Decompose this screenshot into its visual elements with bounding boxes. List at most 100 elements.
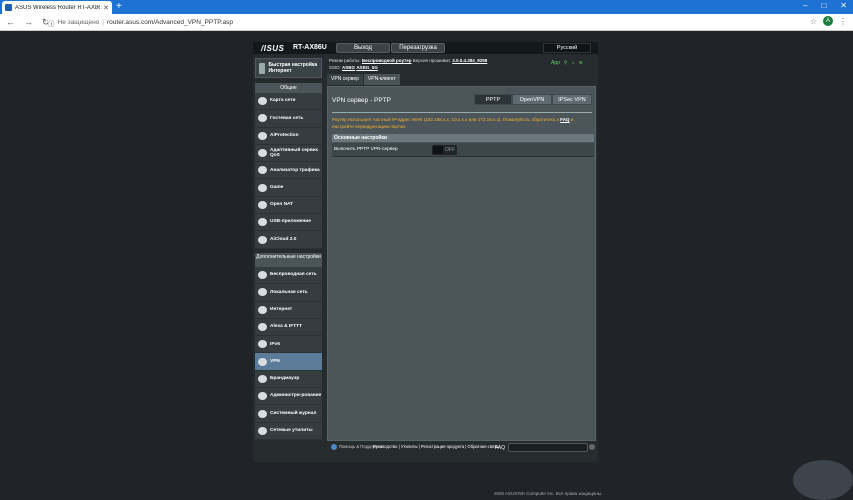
usb-status-icon[interactable]: ⚲ [564, 60, 568, 66]
gamepad-icon [258, 183, 267, 192]
menu-item-guest-network[interactable]: Гостевая сеть [255, 110, 322, 128]
menu-item-network-map[interactable]: Карта сети [255, 93, 322, 111]
asus-favicon-icon [5, 4, 12, 11]
faq-link[interactable]: FAQ [560, 117, 569, 122]
shield-icon [258, 131, 267, 140]
ssid-label: SSID: [329, 65, 341, 70]
avatar[interactable]: A [823, 16, 833, 26]
wireless-icon [258, 271, 267, 280]
browser-toolbar: ← → ↻ ⓘ Не защищено | router.asus.com/Ad… [0, 14, 853, 31]
menu-item-administration[interactable]: Администри-рование [255, 388, 322, 406]
router-panel: /ISUS RT-AX86U Выход Перезагрузка Русски… [253, 42, 598, 462]
close-tab-icon[interactable]: ✕ [103, 4, 109, 12]
globe-icon [258, 305, 267, 314]
enable-pptp-toggle[interactable]: OFF [432, 145, 457, 155]
menu-item-network-tools[interactable]: Сетевые утилиты [255, 423, 322, 440]
vpn-tabs: VPN сервер VPN-клиент [327, 74, 400, 85]
close-window-button[interactable]: ✕ [840, 1, 847, 10]
protocol-openvpn[interactable]: OpenVPN [512, 94, 552, 105]
menu-item-system-log[interactable]: Системный журнал [255, 405, 322, 423]
menu-item-ipv6[interactable]: IPv6 [255, 336, 322, 354]
page-title: VPN сервер - PPTP [332, 97, 392, 104]
ssid-5g[interactable]: ASBG_5G [356, 65, 378, 70]
page-background: /ISUS RT-AX86U Выход Перезагрузка Русски… [0, 32, 853, 500]
divider [332, 112, 592, 113]
nav-buttons: ← → ↻ [6, 16, 50, 28]
admin-icon [258, 392, 267, 401]
menu-item-alexa[interactable]: Alexa & IFTTT [255, 319, 322, 337]
menu-item-vpn[interactable]: VPN [255, 353, 322, 371]
quick-setup-label: Быстрая настройка Интернет [268, 62, 318, 74]
status-icons: App ⚲ ⌂ ≋ [551, 60, 583, 66]
router-top-bar: /ISUS RT-AX86U Выход Перезагрузка Русски… [253, 42, 598, 54]
faq-label: FAQ [495, 445, 506, 451]
protocol-pptp[interactable]: PPTP [474, 94, 512, 105]
help-icon [331, 444, 337, 450]
search-icon[interactable] [589, 444, 595, 450]
menu-item-wan[interactable]: Интернет [255, 302, 322, 319]
star-icon[interactable]: ☆ [810, 17, 817, 26]
window-controls: – □ ✕ [803, 1, 847, 10]
qos-icon [258, 149, 267, 158]
address-bar[interactable]: ⓘ Не защищено | router.asus.com/Advanced… [48, 16, 790, 29]
router-footer: Помощь & Поддержка Руководство | Утилиты… [327, 442, 596, 456]
protocol-switch: PPTP OpenVPN IPSec VPN [474, 94, 592, 105]
advanced-title: Дополнительные настройки [255, 253, 322, 267]
guest-network-icon [258, 114, 267, 123]
new-tab-button[interactable]: + [116, 1, 122, 13]
wan-notice: Роутер использует частный IP-адрес WAN (… [332, 117, 594, 130]
cloud-icon [258, 235, 267, 244]
app-status[interactable]: App [551, 60, 560, 66]
menu-item-traffic-analyzer[interactable]: Анализатор трафика [255, 162, 322, 180]
menu-item-firewall[interactable]: Брандмауэр [255, 371, 322, 389]
forward-arrow-icon[interactable]: → [24, 16, 33, 28]
section-header: Основные настройки [332, 134, 594, 142]
advanced-menu: Дополнительные настройки Беспроводная се… [255, 253, 322, 440]
security-label: Не защищено [57, 19, 100, 26]
model-name: RT-AX86U [293, 44, 327, 51]
url-text[interactable]: router.asus.com/Advanced_VPN_PPTP.asp [107, 19, 233, 26]
quick-setup-button[interactable]: Быстрая настройка Интернет [255, 58, 322, 78]
menu-item-usb[interactable]: USB-приложение [255, 214, 322, 232]
general-menu: Общие Карта сети Гостевая сеть AiProtect… [255, 83, 322, 249]
maximize-button[interactable]: □ [821, 1, 826, 10]
back-arrow-icon[interactable]: ← [6, 16, 15, 28]
protocol-ipsec[interactable]: IPSec VPN [552, 94, 592, 105]
footer-links[interactable]: Руководство | Утилиты | Регистрация прод… [373, 444, 498, 449]
firmware-link[interactable]: 3.0.0.4.384_9298 [452, 58, 487, 63]
nat-icon [258, 200, 267, 209]
minimize-button[interactable]: – [803, 1, 807, 10]
wizard-icon [259, 62, 266, 74]
log-icon [258, 409, 267, 418]
info-icon[interactable]: ⓘ [48, 18, 55, 28]
menu-item-open-nat[interactable]: Open NAT [255, 197, 322, 215]
wan-status-icon[interactable]: ⌂ [572, 60, 575, 66]
tab-vpn-server[interactable]: VPN сервер [327, 74, 363, 85]
notice-text: Роутер использует частный IP-адрес WAN (… [332, 117, 559, 122]
menu-icon[interactable]: ⋮ [839, 17, 847, 26]
enable-pptp-label: Включить PPTP VPN-сервер [334, 147, 398, 152]
enable-pptp-row: Включить PPTP VPN-сервер OFF [332, 143, 594, 157]
reboot-button[interactable]: Перезагрузка [391, 43, 445, 53]
wifi-status-icon[interactable]: ≋ [579, 60, 583, 66]
router-status-info: Режим работы: Беспроводной роутер Версия… [329, 57, 487, 71]
alexa-icon [258, 323, 267, 332]
browser-tab[interactable]: ASUS Wireless Router RT-AX86U ✕ [2, 1, 112, 14]
menu-item-aiprotection[interactable]: AiProtection [255, 128, 322, 145]
menu-item-wireless[interactable]: Беспроводная сеть [255, 267, 322, 285]
toolbar-right: ☆ A ⋮ [810, 16, 847, 26]
ssid-2g[interactable]: ASBG [342, 65, 355, 70]
logout-button[interactable]: Выход [336, 43, 390, 53]
menu-item-aicloud[interactable]: AiCloud 2.0 [255, 231, 322, 249]
menu-item-qos[interactable]: Адаптивный сервис QoS [255, 145, 322, 163]
tab-vpn-client[interactable]: VPN-клиент [363, 74, 400, 85]
menu-item-lan[interactable]: Локальная сеть [255, 284, 322, 302]
mode-link[interactable]: Беспроводной роутер [362, 58, 412, 63]
firmware-label: Версия прошивки: [412, 58, 451, 63]
copyright: 2020 ASUSTeK Computer Inc. Все права защ… [494, 491, 603, 496]
language-select[interactable]: Русский [543, 43, 591, 53]
faq-search-input[interactable] [508, 443, 588, 452]
main-content: VPN сервер - PPTP PPTP OpenVPN IPSec VPN… [327, 86, 596, 441]
general-title: Общие [255, 83, 322, 93]
menu-item-game[interactable]: Game [255, 179, 322, 197]
